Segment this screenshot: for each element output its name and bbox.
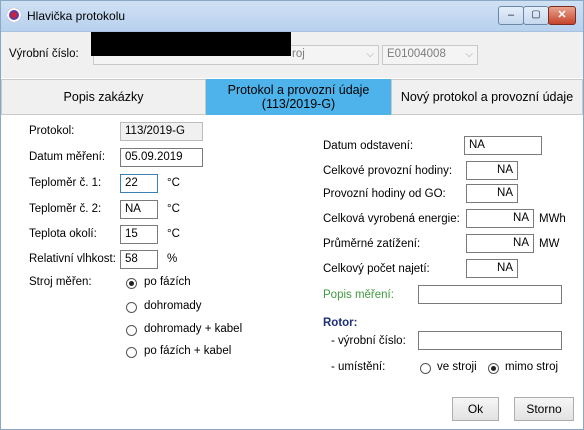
app-icon: [7, 8, 21, 22]
energie-field[interactable]: NA: [466, 209, 534, 228]
teplomer2-field[interactable]: NA: [120, 200, 158, 219]
najeti-label: Celkový počet najetí:: [323, 263, 430, 275]
radio-dohromady-kabel[interactable]: [126, 325, 137, 336]
datum-odstaveni-field[interactable]: NA: [464, 136, 542, 155]
teplomer1-field[interactable]: 22: [120, 174, 158, 193]
stroj-meren-label: Stroj měřen:: [29, 276, 92, 288]
radio-po-fazich-label: po fázích: [144, 276, 191, 288]
datum-mereni-label: Datum měření:: [29, 151, 106, 163]
protokol-label: Protokol:: [29, 125, 75, 137]
rotor-serial-field[interactable]: [418, 331, 562, 350]
energie-label: Celková vyrobená energie:: [323, 213, 460, 225]
rotor-label: Rotor:: [323, 317, 358, 329]
hodiny-go-label: Provozní hodiny od GO:: [323, 188, 446, 200]
zatizeni-field[interactable]: NA: [466, 234, 534, 253]
storno-button[interactable]: Storno: [514, 397, 574, 421]
teplomer1-unit: °C: [167, 177, 180, 189]
serial-label: Výrobní číslo:: [9, 48, 79, 60]
protokol-field: 113/2019-G: [120, 122, 203, 141]
dialog-window: Hlavička protokolu ‒ ▢ ✕ Výrobní číslo: …: [0, 0, 584, 430]
tab-content: Protokol: 113/2019-G Datum měření: 05.09…: [1, 115, 583, 429]
title-bar[interactable]: Hlavička protokolu ‒ ▢ ✕: [1, 1, 583, 32]
radio-po-fazich-kabel[interactable]: [126, 347, 137, 358]
zatizeni-label: Průměrné zatížení:: [323, 238, 421, 250]
teplomer1-label: Teploměr č. 1:: [29, 177, 102, 189]
ok-button[interactable]: Ok: [452, 397, 499, 421]
chevron-down-icon: ⌵: [366, 49, 374, 60]
radio-dohromady-label: dohromady: [144, 300, 202, 312]
teplota-okoli-unit: °C: [167, 228, 180, 240]
najeti-field[interactable]: NA: [466, 259, 518, 278]
radio-ve-stroji-label: ve stroji: [437, 361, 477, 373]
serial-combo-text: E01004008: [387, 48, 446, 60]
popis-mereni-label: Popis měření:: [323, 289, 394, 301]
tab-bar: Popis zakázky Protokol a provozní údaje …: [1, 79, 583, 115]
datum-odstaveni-label: Datum odstavení:: [323, 140, 414, 152]
teplota-okoli-field[interactable]: 15: [120, 225, 158, 244]
minimize-button[interactable]: ‒: [498, 6, 524, 25]
vlhkost-label: Relativní vlhkost:: [29, 253, 116, 265]
window-title: Hlavička protokolu: [27, 9, 126, 23]
radio-dohromady-kabel-label: dohromady + kabel: [144, 323, 243, 335]
radio-dohromady[interactable]: [126, 302, 137, 313]
tab-popis-zakazky[interactable]: Popis zakázky: [1, 79, 206, 115]
serial-combo[interactable]: E01004008 ⌵: [382, 45, 478, 65]
tab-novy-protokol[interactable]: Nový protokol a provozní údaje: [391, 79, 583, 115]
maximize-button[interactable]: ▢: [523, 6, 549, 25]
datum-mereni-field[interactable]: 05.09.2019: [120, 148, 203, 167]
radio-ve-stroji[interactable]: [420, 363, 431, 374]
redacted-area: [91, 32, 291, 56]
hodiny-go-field[interactable]: NA: [466, 184, 518, 203]
radio-po-fazich-kabel-label: po fázích + kabel: [144, 345, 232, 357]
rotor-serial-label: - výrobní číslo:: [331, 335, 406, 347]
zatizeni-unit: MW: [539, 238, 560, 250]
celkove-hodiny-label: Celkové provozní hodiny:: [323, 165, 453, 177]
vlhkost-field[interactable]: 58: [120, 250, 158, 269]
energie-unit: MWh: [539, 213, 566, 225]
serial-row: Výrobní číslo: roj ⌵ E01004008 ⌵: [1, 32, 583, 78]
machine-combo-text: roj: [292, 48, 305, 60]
chevron-down-icon: ⌵: [465, 49, 473, 60]
celkove-hodiny-field[interactable]: NA: [466, 161, 518, 180]
vlhkost-unit: %: [167, 253, 178, 265]
radio-po-fazich[interactable]: [126, 278, 137, 289]
close-button[interactable]: ✕: [548, 6, 576, 25]
teplomer2-unit: °C: [167, 203, 180, 215]
radio-mimo-stroj[interactable]: [488, 363, 499, 374]
umisteni-label: - umístění:: [331, 361, 386, 373]
radio-mimo-stroj-label: mimo stroj: [505, 361, 559, 373]
teplota-okoli-label: Teplota okolí:: [29, 228, 97, 240]
popis-mereni-field[interactable]: [418, 285, 562, 304]
tab-protokol[interactable]: Protokol a provozní údaje (113/2019-G): [206, 79, 391, 115]
teplomer2-label: Teploměr č. 2:: [29, 203, 102, 215]
